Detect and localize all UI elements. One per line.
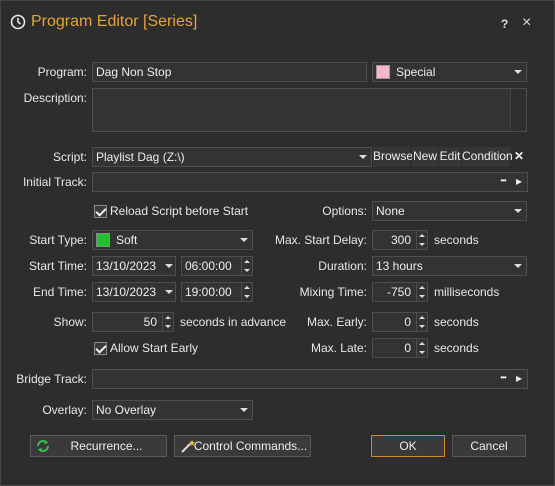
start-type-value: Soft	[116, 233, 138, 247]
chevron-down-icon	[510, 257, 526, 275]
overlay-label: Overlay:	[42, 403, 87, 417]
reload-script-label: Reload Script before Start	[110, 204, 249, 218]
description-textarea[interactable]	[92, 88, 527, 132]
start-type-label: Start Type:	[29, 233, 87, 247]
recurrence-button[interactable]: Recurrence...	[30, 435, 167, 457]
mixing-time-input[interactable]: -750	[372, 282, 428, 302]
spin-buttons[interactable]	[416, 231, 427, 249]
start-date-input[interactable]: 13/10/2023	[92, 256, 176, 276]
max-early-input[interactable]: 0	[372, 312, 428, 332]
mixing-time-value: -750	[386, 285, 411, 299]
recurrence-icon	[37, 440, 49, 452]
spin-buttons[interactable]	[416, 339, 427, 357]
script-edit-button[interactable]: Edit	[439, 147, 461, 167]
start-type-color-swatch	[96, 233, 110, 247]
spin-buttons[interactable]	[416, 313, 427, 331]
max-late-label: Max. Late:	[310, 341, 367, 355]
initial-track-browse-button[interactable]: •••	[494, 172, 512, 192]
spin-buttons[interactable]	[162, 313, 173, 331]
chevron-down-icon	[355, 148, 371, 166]
bridge-track-browse-button[interactable]: •••	[494, 369, 512, 389]
max-late-unit: seconds	[434, 341, 479, 355]
initial-track-play-button[interactable]: ▸	[512, 172, 526, 192]
overlay-value: No Overlay	[96, 403, 157, 417]
description-label: Description:	[23, 91, 87, 105]
duration-value: 13 hours	[376, 259, 423, 273]
max-late-value: 0	[404, 341, 411, 355]
options-label: Options:	[322, 204, 367, 218]
category-select[interactable]: Special	[372, 62, 527, 82]
wand-icon	[181, 440, 195, 453]
max-start-delay-input[interactable]: 300	[372, 230, 428, 250]
program-editor-window: Program Editor [Series] ? × Program: Dag…	[0, 0, 555, 486]
bridge-track-play-button[interactable]: ▸	[512, 369, 526, 389]
end-time-label: End Time:	[32, 285, 87, 299]
max-start-delay-label: Max. Start Delay:	[274, 233, 367, 247]
max-early-unit: seconds	[434, 315, 479, 329]
end-date-input[interactable]: 13/10/2023	[92, 282, 176, 302]
mixing-time-unit: milliseconds	[434, 285, 500, 299]
start-time-input[interactable]: 06:00:00	[181, 256, 253, 276]
overlay-select[interactable]: No Overlay	[92, 400, 253, 420]
options-select[interactable]: None	[372, 201, 527, 221]
chevron-down-icon	[163, 257, 175, 275]
allow-start-early-label: Allow Start Early	[110, 341, 199, 355]
script-value: Playlist Dag (Z:\)	[96, 150, 185, 164]
duration-select[interactable]: 13 hours	[372, 256, 527, 276]
program-label: Program:	[37, 65, 87, 79]
max-start-delay-value: 300	[390, 233, 411, 247]
category-value: Special	[396, 65, 436, 79]
max-early-value: 0	[404, 315, 411, 329]
close-button[interactable]: ×	[522, 14, 531, 32]
allow-start-early-checkbox[interactable]	[94, 342, 107, 355]
chevron-down-icon	[510, 202, 526, 220]
end-time-value: 19:00:00	[185, 285, 232, 299]
max-late-input[interactable]: 0	[372, 338, 428, 358]
bridge-track-input[interactable]	[92, 369, 528, 389]
clock-icon	[10, 14, 26, 30]
max-start-delay-unit: seconds	[434, 233, 479, 247]
help-button[interactable]: ?	[501, 17, 508, 31]
chevron-down-icon	[236, 401, 252, 419]
category-color-swatch	[376, 65, 390, 79]
start-time-label: Start Time:	[28, 259, 87, 273]
script-select[interactable]: Playlist Dag (Z:\)	[92, 147, 372, 167]
initial-track-label: Initial Track:	[22, 175, 87, 189]
show-input[interactable]: 50	[92, 312, 174, 332]
end-date-value: 13/10/2023	[96, 285, 157, 299]
recurrence-label: Recurrence...	[70, 439, 143, 453]
spin-buttons[interactable]	[416, 283, 427, 301]
reload-script-checkbox[interactable]	[94, 205, 107, 218]
start-time-value: 06:00:00	[185, 259, 232, 273]
chevron-down-icon	[163, 283, 175, 301]
script-clear-button[interactable]: ✕	[510, 147, 528, 167]
script-new-button[interactable]: New	[412, 147, 438, 167]
cancel-button[interactable]: Cancel	[452, 435, 526, 457]
program-name-input[interactable]: Dag Non Stop	[92, 62, 367, 82]
mixing-time-label: Mixing Time:	[299, 285, 367, 299]
bridge-track-label: Bridge Track:	[16, 372, 87, 386]
chevron-down-icon	[236, 231, 252, 249]
ok-button[interactable]: OK	[371, 435, 445, 457]
window-title: Program Editor [Series]	[31, 13, 198, 30]
control-commands-label: Control Commands...	[193, 439, 308, 453]
script-browse-button[interactable]: Browse	[373, 147, 413, 167]
max-early-label: Max. Early:	[306, 315, 367, 329]
start-date-value: 13/10/2023	[96, 259, 157, 273]
end-time-input[interactable]: 19:00:00	[181, 282, 253, 302]
start-type-select[interactable]: Soft	[92, 230, 253, 250]
options-value: None	[376, 204, 405, 218]
show-label: Show:	[53, 315, 87, 329]
chevron-down-icon	[510, 63, 526, 81]
show-value: 50	[143, 315, 157, 329]
script-label: Script:	[52, 150, 87, 164]
duration-label: Duration:	[318, 259, 367, 273]
script-condition-button[interactable]: Condition	[462, 147, 513, 167]
initial-track-input[interactable]	[92, 172, 528, 192]
control-commands-button[interactable]: Control Commands...	[174, 435, 311, 457]
description-scrollbar[interactable]	[510, 89, 526, 131]
